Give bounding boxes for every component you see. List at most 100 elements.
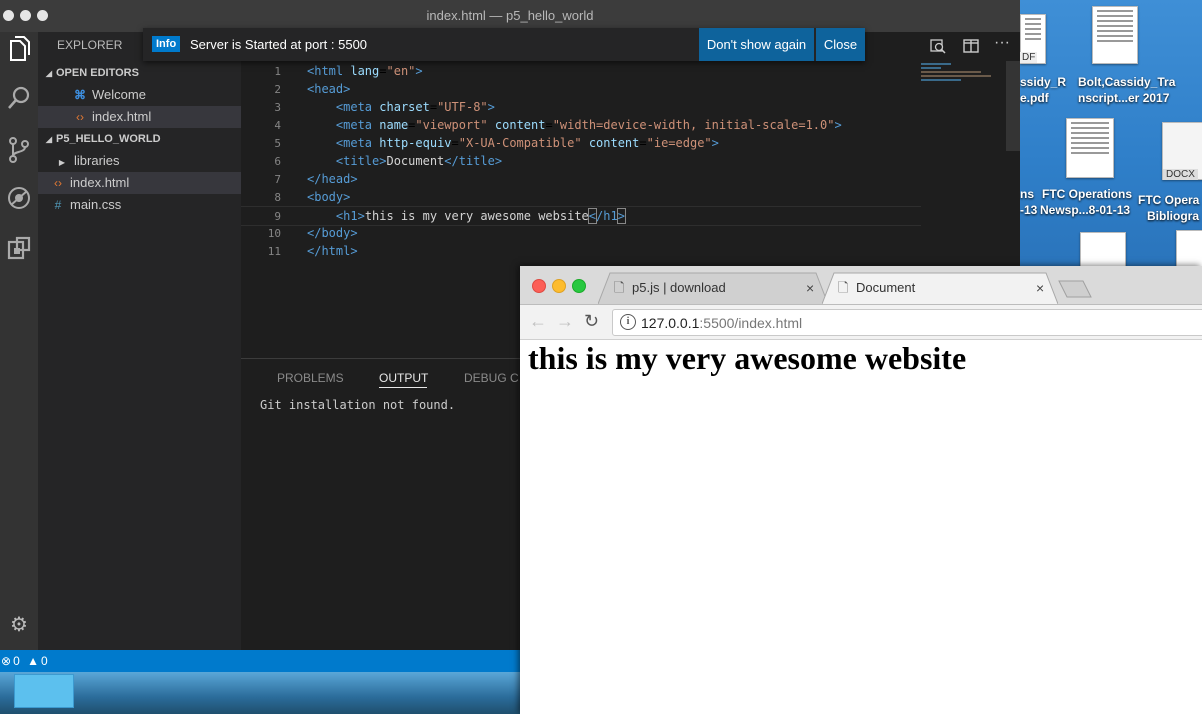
- html-icon: ‹›: [76, 110, 84, 124]
- browser-toolbar: ← → ↻ i 127.0.0.1:5500/index.html: [520, 305, 1202, 340]
- explorer-icon[interactable]: [3, 36, 35, 68]
- site-info-icon[interactable]: i: [620, 314, 636, 330]
- code-text: </html>: [307, 244, 358, 258]
- tree-item-label: libraries: [74, 153, 120, 168]
- desktop-file-icon[interactable]: [1066, 118, 1114, 178]
- project-section[interactable]: ◢ P5_HELLO_WORLD: [38, 128, 241, 150]
- tree-item-label: main.css: [70, 197, 122, 212]
- close-tab-icon[interactable]: ×: [1036, 273, 1044, 303]
- desktop-file-icon[interactable]: [1092, 6, 1138, 64]
- code-text: <h1>this is my very awesome website</h1>: [335, 208, 626, 224]
- docx-tag: DOCX: [1163, 169, 1198, 180]
- maximize-window-icon[interactable]: [572, 279, 586, 293]
- section-label: OPEN EDITORS: [56, 67, 139, 79]
- reload-icon[interactable]: ↻: [584, 311, 599, 332]
- desktop-wallpaper-strip: [0, 672, 520, 714]
- code-text: <meta name="viewport" content="width=dev…: [335, 118, 842, 132]
- desktop-file-label: Bolt,Cassidy_Tra: [1078, 75, 1176, 89]
- code-line[interactable]: 6 <title>Document</title>: [241, 152, 921, 170]
- close-tab-icon[interactable]: ×: [806, 273, 814, 303]
- code-line[interactable]: 9 <h1>this is my very awesome website</h…: [241, 206, 921, 226]
- window-title: index.html — p5_hello_world: [426, 8, 594, 23]
- new-tab-button[interactable]: [1058, 280, 1092, 298]
- url-text: 127.0.0.1:5500/index.html: [641, 315, 802, 331]
- info-notification: Info Server is Started at port : 5500 Do…: [143, 28, 865, 61]
- editor-scrollbar[interactable]: [1006, 61, 1020, 151]
- page-icon: 🗋: [614, 280, 625, 295]
- desktop-file-label: ssidy_R: [1020, 75, 1067, 89]
- close-window-icon[interactable]: [532, 279, 546, 293]
- code-text: </head>: [307, 172, 358, 186]
- status-bar: ⊗ 0 ▲ 0: [0, 650, 520, 672]
- code-line[interactable]: 7 </head>: [241, 170, 921, 188]
- section-label: P5_HELLO_WORLD: [56, 133, 161, 145]
- tree-item-libraries[interactable]: ▶ libraries: [38, 150, 241, 172]
- line-number: 10: [267, 227, 281, 240]
- minimize-window-icon[interactable]: [552, 279, 566, 293]
- source-control-icon[interactable]: [3, 136, 35, 168]
- page-icon: 🗋: [838, 280, 849, 295]
- html-icon: ‹›: [54, 176, 62, 190]
- line-number: 11: [267, 245, 281, 258]
- desktop-file-icon[interactable]: [1176, 230, 1202, 270]
- line-number: 8: [274, 191, 281, 204]
- explorer-header: EXPLORER: [57, 38, 123, 52]
- error-icon: ⊗: [1, 654, 12, 668]
- code-line[interactable]: 8 <body>: [241, 188, 921, 206]
- css-hash-icon: #: [54, 198, 62, 212]
- desktop-file-label: ns: [1020, 187, 1035, 201]
- code-line[interactable]: 3 <meta charset="UTF-8">: [241, 98, 921, 116]
- tab-problems[interactable]: PROBLEMS: [277, 371, 344, 385]
- url-path: :5500/index.html: [699, 315, 803, 331]
- code-line[interactable]: 5 <meta http-equiv="X-UA-Compatible" con…: [241, 134, 921, 152]
- debug-icon[interactable]: [3, 186, 35, 218]
- code-text: <title>Document</title>: [335, 154, 503, 168]
- open-editor-item-welcome[interactable]: ⌘ Welcome: [38, 84, 241, 106]
- active-tab-underline: [379, 387, 427, 388]
- desktop-file-label: FTC Operations: [1042, 187, 1133, 201]
- close-notification-button[interactable]: Close: [816, 28, 865, 61]
- browser-tab-document[interactable]: 🗋 Document ×: [822, 272, 1058, 304]
- tree-item-main-css[interactable]: # main.css: [38, 194, 241, 216]
- line-number: 4: [274, 119, 281, 132]
- tab-debug-console[interactable]: DEBUG C: [464, 371, 519, 385]
- problems-status[interactable]: ⊗ 0 ▲ 0: [1, 650, 48, 672]
- code-line[interactable]: 4 <meta name="viewport" content="width=d…: [241, 116, 921, 134]
- back-arrow-icon[interactable]: ←: [529, 311, 547, 332]
- code-line[interactable]: 2 <head>: [241, 80, 921, 98]
- line-number: 7: [274, 173, 281, 186]
- browser-window: 🗋 p5.js | download × 🗋 Document × ← → ↻ …: [520, 266, 1202, 714]
- warning-count: 0: [40, 654, 48, 668]
- desktop-file-icon[interactable]: [1080, 232, 1126, 270]
- tab-output[interactable]: OUTPUT: [379, 371, 428, 385]
- open-editors-section[interactable]: ◢ OPEN EDITORS: [38, 62, 241, 84]
- tree-item-index-html[interactable]: ‹› index.html: [38, 172, 241, 194]
- open-preview-icon[interactable]: [930, 38, 946, 58]
- code-line[interactable]: 10 </body>: [241, 224, 921, 242]
- open-editor-label: Welcome: [92, 87, 146, 102]
- open-editor-label: index.html: [92, 109, 152, 124]
- tab-label: p5.js | download: [632, 280, 726, 295]
- vscode-icon: ⌘: [74, 88, 86, 102]
- forward-arrow-icon[interactable]: →: [556, 311, 574, 332]
- url-host: 127.0.0.1: [641, 315, 700, 331]
- split-editor-icon[interactable]: [963, 38, 979, 58]
- chevron-down-icon: ◢: [45, 135, 53, 144]
- address-bar[interactable]: i 127.0.0.1:5500/index.html: [612, 309, 1202, 336]
- extensions-icon[interactable]: [3, 236, 35, 268]
- browser-tab-p5js[interactable]: 🗋 p5.js | download ×: [598, 272, 828, 304]
- code-text: <meta charset="UTF-8">: [335, 100, 495, 114]
- settings-gear-icon[interactable]: ⚙: [3, 609, 35, 641]
- dont-show-again-button[interactable]: Don't show again: [699, 28, 814, 61]
- chevron-down-icon: ◢: [45, 69, 53, 78]
- warning-icon: ▲: [27, 654, 39, 668]
- open-editor-item-index-html[interactable]: ‹› index.html: [38, 106, 241, 128]
- notification-message: Server is Started at port : 5500: [190, 37, 368, 52]
- code-line[interactable]: 1 <html lang="en">: [241, 62, 921, 80]
- search-icon[interactable]: [3, 86, 35, 118]
- code-text: </body>: [307, 226, 358, 240]
- desktop-selection-tile: [14, 674, 74, 708]
- minimap[interactable]: [921, 61, 1001, 91]
- more-actions-icon[interactable]: ···: [994, 34, 1010, 52]
- code-line[interactable]: 11 </html>: [241, 242, 921, 260]
